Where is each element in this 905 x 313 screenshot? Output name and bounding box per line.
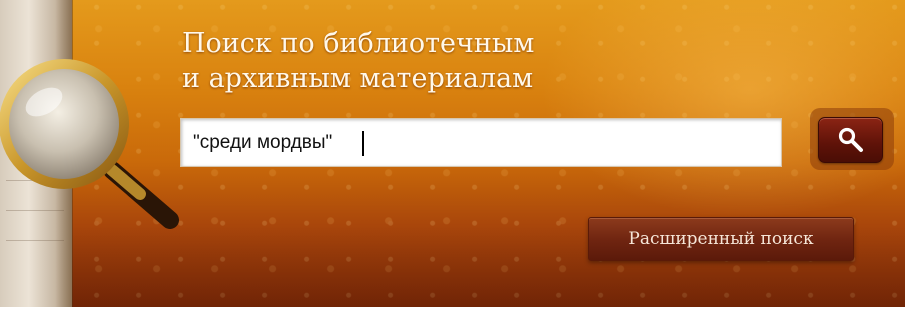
- bottom-strip: [0, 307, 905, 313]
- magnifier-icon: [0, 59, 179, 229]
- advanced-search-button[interactable]: Расширенный поиск: [588, 217, 854, 261]
- search-banner: Поиск по библиотечным и архивным материа…: [0, 0, 905, 313]
- title-line-1: Поиск по библиотечным: [182, 28, 535, 59]
- search-input[interactable]: [180, 118, 782, 167]
- search-button[interactable]: [818, 117, 883, 163]
- text-caret: [362, 131, 364, 156]
- search-icon: [838, 127, 863, 152]
- title-line-2: и архивным материалам: [182, 63, 534, 94]
- page-title: Поиск по библиотечным и архивным материа…: [182, 26, 534, 96]
